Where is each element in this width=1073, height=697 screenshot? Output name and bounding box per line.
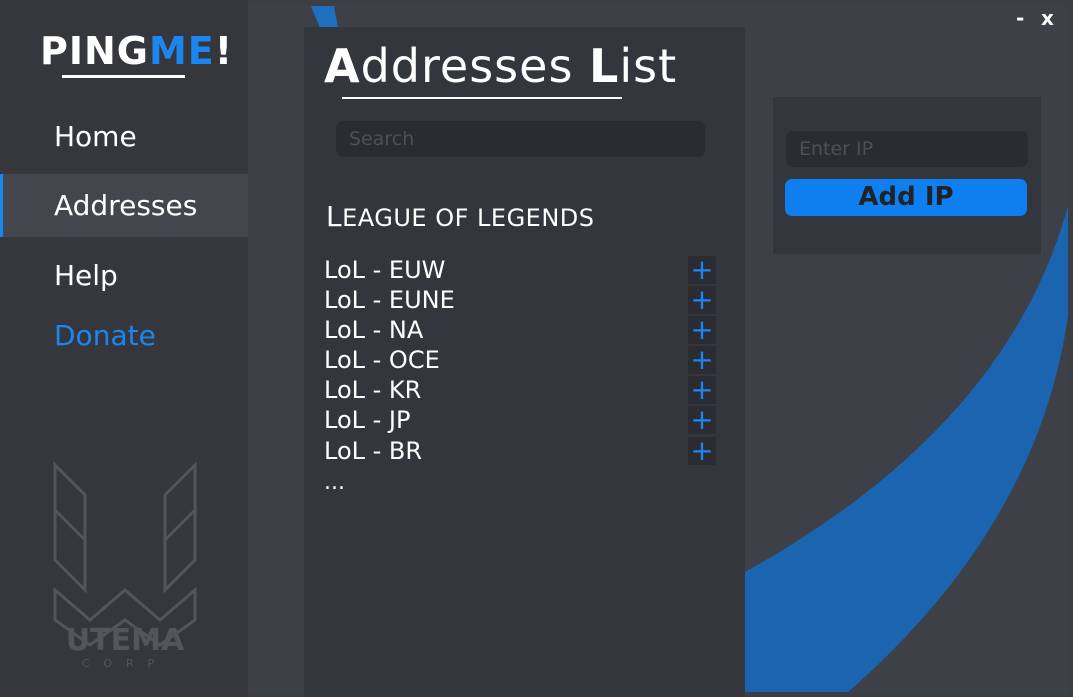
logo-underline [62, 75, 185, 78]
logo-main: PING [40, 29, 149, 73]
title-initial-l: L [589, 39, 620, 93]
logo-accent: ME [148, 29, 215, 73]
server-row: LoL - BR + [324, 436, 716, 466]
server-name: LoL - BR [324, 437, 423, 465]
title-initial-a: A [324, 39, 361, 93]
server-name: LoL - JP [324, 406, 411, 434]
nav-help[interactable]: Help [0, 244, 248, 307]
corp-logo-subtext: CORP [82, 657, 169, 670]
utema-corp-logo: UTEMA CORP [53, 461, 197, 670]
server-row: LoL - NA + [324, 315, 716, 345]
section-rest: EAGUE OF LEGENDS [342, 204, 595, 232]
section-initial: L [326, 200, 343, 233]
more-indicator: ... [324, 470, 345, 495]
nav-home[interactable]: Home [0, 105, 248, 168]
ip-input[interactable] [786, 131, 1028, 167]
add-ip-button[interactable]: Add IP [785, 179, 1027, 216]
sidebar: PINGME! Home Addresses Help Donate UTEMA… [0, 0, 248, 697]
nav-donate[interactable]: Donate [0, 304, 248, 367]
server-name: LoL - KR [324, 376, 422, 404]
add-ip-panel [773, 97, 1041, 254]
server-row: LoL - OCE + [324, 345, 716, 375]
title-part-1: ddresses [360, 39, 590, 93]
minimize-icon[interactable]: - [1016, 8, 1030, 28]
section-heading: LEAGUE OF LEGENDS [326, 200, 595, 233]
server-row: LoL - EUW + [324, 255, 716, 285]
add-server-button[interactable]: + [688, 316, 716, 344]
server-row: LoL - EUNE + [324, 285, 716, 315]
server-name: LoL - EUNE [324, 286, 455, 314]
add-server-button[interactable]: + [688, 256, 716, 284]
corp-logo-text: UTEMA [66, 623, 185, 658]
server-row: LoL - JP + [324, 405, 716, 435]
add-server-button[interactable]: + [688, 437, 716, 465]
title-underline [342, 97, 622, 99]
title-part-2: ist [619, 39, 678, 93]
page-title: Addresses List [324, 38, 677, 94]
search-input[interactable] [336, 121, 705, 157]
nav-addresses[interactable]: Addresses [0, 174, 248, 237]
add-server-button[interactable]: + [688, 406, 716, 434]
add-server-button[interactable]: + [688, 286, 716, 314]
logo-suffix: ! [214, 29, 234, 73]
app-logo: PINGME! [40, 30, 233, 72]
server-row: LoL - KR + [324, 375, 716, 405]
close-icon[interactable]: x [1041, 8, 1059, 28]
add-server-button[interactable]: + [688, 376, 716, 404]
server-name: LoL - OCE [324, 346, 440, 374]
add-server-button[interactable]: + [688, 346, 716, 374]
server-name: LoL - NA [324, 316, 424, 344]
server-name: LoL - EUW [324, 256, 446, 284]
